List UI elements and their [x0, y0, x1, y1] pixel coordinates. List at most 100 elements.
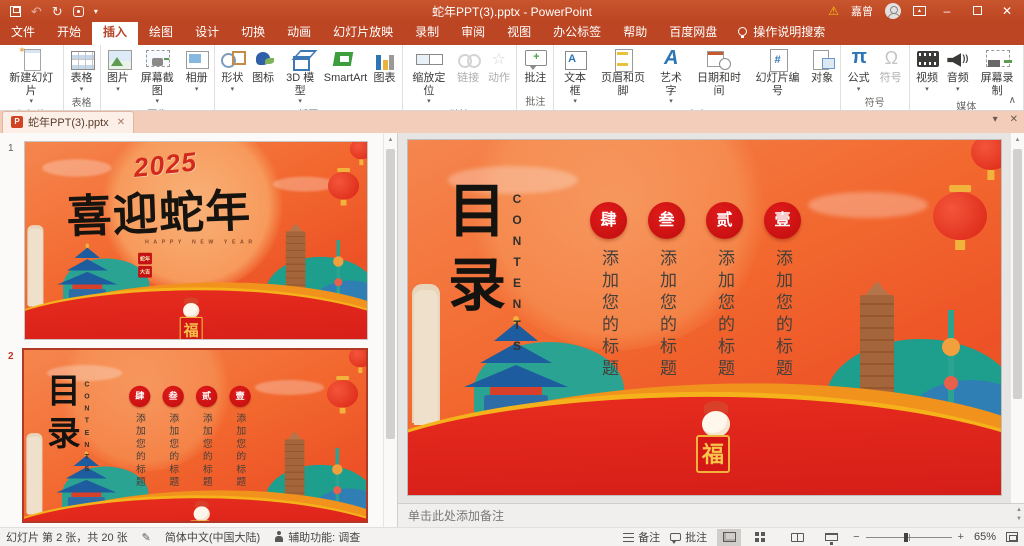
ribbon-tab-文件[interactable]: 文件 [0, 19, 46, 45]
ribbon-button-pi[interactable]: 公式▾ [843, 46, 875, 94]
document-tab[interactable]: P 蛇年PPT(3).pptx ✕ [2, 111, 134, 133]
ribbon-button-label: 图片 [107, 72, 129, 85]
thumbnail-scrollbar[interactable]: ▲ [383, 133, 397, 527]
slide-1-thumbnail[interactable]: 2025 喜迎蛇年 HAPPY NEW YEAR 蛇年 大吉 福 [25, 142, 367, 339]
zoom-out-button[interactable]: − [853, 531, 859, 543]
ribbon-tab-开始[interactable]: 开始 [46, 19, 92, 45]
zoom-slider-handle[interactable] [904, 533, 908, 542]
object-icon [810, 49, 836, 71]
ribbon-tab-插入[interactable]: 插入 [92, 19, 138, 45]
slide-title[interactable]: 目录 [44, 373, 77, 458]
fit-slide-to-window-icon[interactable] [1006, 532, 1018, 542]
notes-pane[interactable]: 单击此处添加备注 ▲▼ [398, 503, 1024, 527]
ribbon-tab-切换[interactable]: 切换 [230, 19, 276, 45]
contents-item[interactable]: 贰添加您的标题 [196, 386, 217, 520]
ribbon-button-screenrec[interactable]: 屏幕录制 [973, 46, 1021, 98]
minimize-button[interactable]: – [938, 4, 956, 18]
touch-mode-icon[interactable] [73, 6, 84, 17]
slide-counter[interactable]: 幻灯片 第 2 张，共 20 张 [6, 529, 128, 545]
slideshow-button[interactable] [819, 529, 843, 546]
ribbon-button-picture[interactable]: 图片▾ [103, 46, 134, 94]
scroll-up-icon[interactable]: ▲ [384, 133, 397, 147]
ribbon-tab-视图[interactable]: 视图 [496, 19, 542, 45]
spellcheck-icon[interactable]: ✎ [142, 531, 151, 544]
ribbon-tab-录制[interactable]: 录制 [404, 19, 450, 45]
ribbon-tab-幻灯片放映[interactable]: 幻灯片放映 [322, 19, 404, 45]
ribbon-tab-设计[interactable]: 设计 [184, 19, 230, 45]
contents-item[interactable]: 肆添加您的标题 [129, 386, 150, 520]
ribbon-button-object[interactable]: 对象 [807, 46, 838, 86]
redo-icon[interactable]: ↻ [52, 5, 63, 18]
slide-sorter-view-button[interactable] [751, 529, 775, 546]
close-button[interactable]: ✕ [998, 4, 1016, 18]
pi-icon [846, 49, 872, 71]
ribbon-button-video[interactable]: 视频▾ [912, 46, 943, 94]
accessibility-status[interactable]: 辅助功能: 调查 [274, 529, 360, 545]
collapse-ribbon-icon[interactable]: ∧ [1009, 95, 1016, 106]
maximize-button[interactable] [968, 4, 986, 18]
user-name[interactable]: 嘉曾 [851, 3, 873, 19]
ribbon-tab-帮助[interactable]: 帮助 [612, 19, 658, 45]
ribbon-button-chart[interactable]: 图表 [369, 46, 400, 86]
tab-list-dropdown-icon[interactable]: ▾ [993, 114, 998, 125]
customize-qat-icon[interactable]: ▾ [94, 7, 98, 16]
notes-toggle[interactable]: 备注 [623, 529, 660, 545]
normal-view-button[interactable] [717, 529, 741, 546]
ribbon-button-textbox[interactable]: 文本框▾ [556, 46, 593, 106]
ribbon-tab-百度网盘[interactable]: 百度网盘 [658, 19, 728, 45]
ribbon-button-icons[interactable]: 图标 [248, 46, 279, 86]
contents-item[interactable]: 肆添加您的标题 [590, 202, 627, 434]
ribbon-tab-审阅[interactable]: 审阅 [450, 19, 496, 45]
ribbon-button-audio[interactable]: 音频▾ [942, 46, 973, 94]
avatar[interactable] [885, 3, 901, 19]
contents-item[interactable]: 贰添加您的标题 [706, 202, 743, 434]
ribbon-button-smartart[interactable]: SmartArt [322, 46, 369, 86]
current-slide[interactable]: 福 目录 CONTENTS 肆添加您的标题叁添加您的标题贰添加您的标题壹添加您的… [408, 140, 1001, 495]
reading-view-button[interactable] [785, 529, 809, 546]
ribbon-button-table[interactable]: 表格▾ [66, 46, 98, 94]
ribbon-button-shapes[interactable]: 形状▾ [217, 46, 248, 94]
slide-title[interactable]: 目录 [442, 180, 500, 328]
contents-item[interactable]: 叁添加您的标题 [648, 202, 685, 434]
ribbon-button-datetime[interactable]: 日期和时间 [690, 46, 748, 98]
slide-subtitle[interactable]: CONTENTS [510, 192, 524, 360]
tab-bar-close-icon[interactable]: ✕ [1010, 114, 1018, 125]
comments-toggle[interactable]: 批注 [670, 529, 707, 545]
zoom-level[interactable]: 65% [974, 531, 996, 543]
ribbon-button-wordart[interactable]: 艺术字▾ [652, 46, 689, 106]
editor-scrollbar[interactable]: ▲ [1010, 133, 1024, 503]
ribbon-display-options-icon[interactable]: ▴ [913, 6, 926, 16]
ribbon-tab-办公标签[interactable]: 办公标签 [542, 19, 612, 45]
ribbon-tab-动画[interactable]: 动画 [276, 19, 322, 45]
chevron-down-icon: ▾ [669, 97, 673, 105]
contents-item[interactable]: 壹添加您的标题 [764, 202, 801, 434]
ribbon-button-headerfooter[interactable]: 页眉和页脚 [594, 46, 652, 98]
warning-icon[interactable]: ⚠ [828, 4, 839, 18]
ribbon: 新建幻灯片▾幻灯片表格▾表格图片▾屏幕截图▾相册▾图像形状▾图标3D 模型▾Sm… [0, 45, 1024, 111]
ribbon-button-album[interactable]: 相册▾ [181, 46, 212, 94]
screenshot-icon [144, 49, 170, 71]
slide-subtitle[interactable]: CONTENTS [83, 380, 91, 477]
save-icon[interactable] [10, 6, 21, 17]
scroll-up-icon[interactable]: ▲ [1016, 506, 1022, 515]
undo-icon[interactable]: ↶ [31, 5, 42, 18]
zoom-slider[interactable] [866, 537, 952, 538]
language-label[interactable]: 简体中文(中国大陆) [165, 529, 260, 545]
tell-me-search[interactable]: 操作说明搜索 [728, 23, 835, 45]
ribbon-tab-绘图[interactable]: 绘图 [138, 19, 184, 45]
slide-2-thumbnail[interactable]: 福 目录 CONTENTS 肆添加您的标题叁添加您的标题贰添加您的标题壹添加您的… [24, 350, 366, 521]
document-tab-close-icon[interactable]: ✕ [117, 117, 125, 128]
ribbon-button-cube[interactable]: 3D 模型▾ [279, 46, 322, 106]
scroll-down-icon[interactable]: ▼ [1016, 515, 1022, 524]
ribbon-button-slidenumber[interactable]: 幻灯片编号 [748, 46, 806, 98]
ribbon-button-label: 视频 [916, 72, 938, 85]
ribbon-button-zoomlink[interactable]: 缩放定位▾ [405, 46, 453, 106]
contents-item[interactable]: 壹添加您的标题 [229, 386, 250, 520]
ribbon-button-label: SmartArt [324, 72, 367, 85]
zoom-in-button[interactable]: + [958, 531, 964, 543]
ribbon-button-new-slide[interactable]: 新建幻灯片▾ [2, 46, 61, 106]
scroll-up-icon[interactable]: ▲ [1011, 133, 1024, 147]
ribbon-button-comment[interactable]: 批注 [519, 46, 551, 86]
contents-item[interactable]: 叁添加您的标题 [162, 386, 183, 520]
ribbon-button-screenshot[interactable]: 屏幕截图▾ [133, 46, 181, 106]
